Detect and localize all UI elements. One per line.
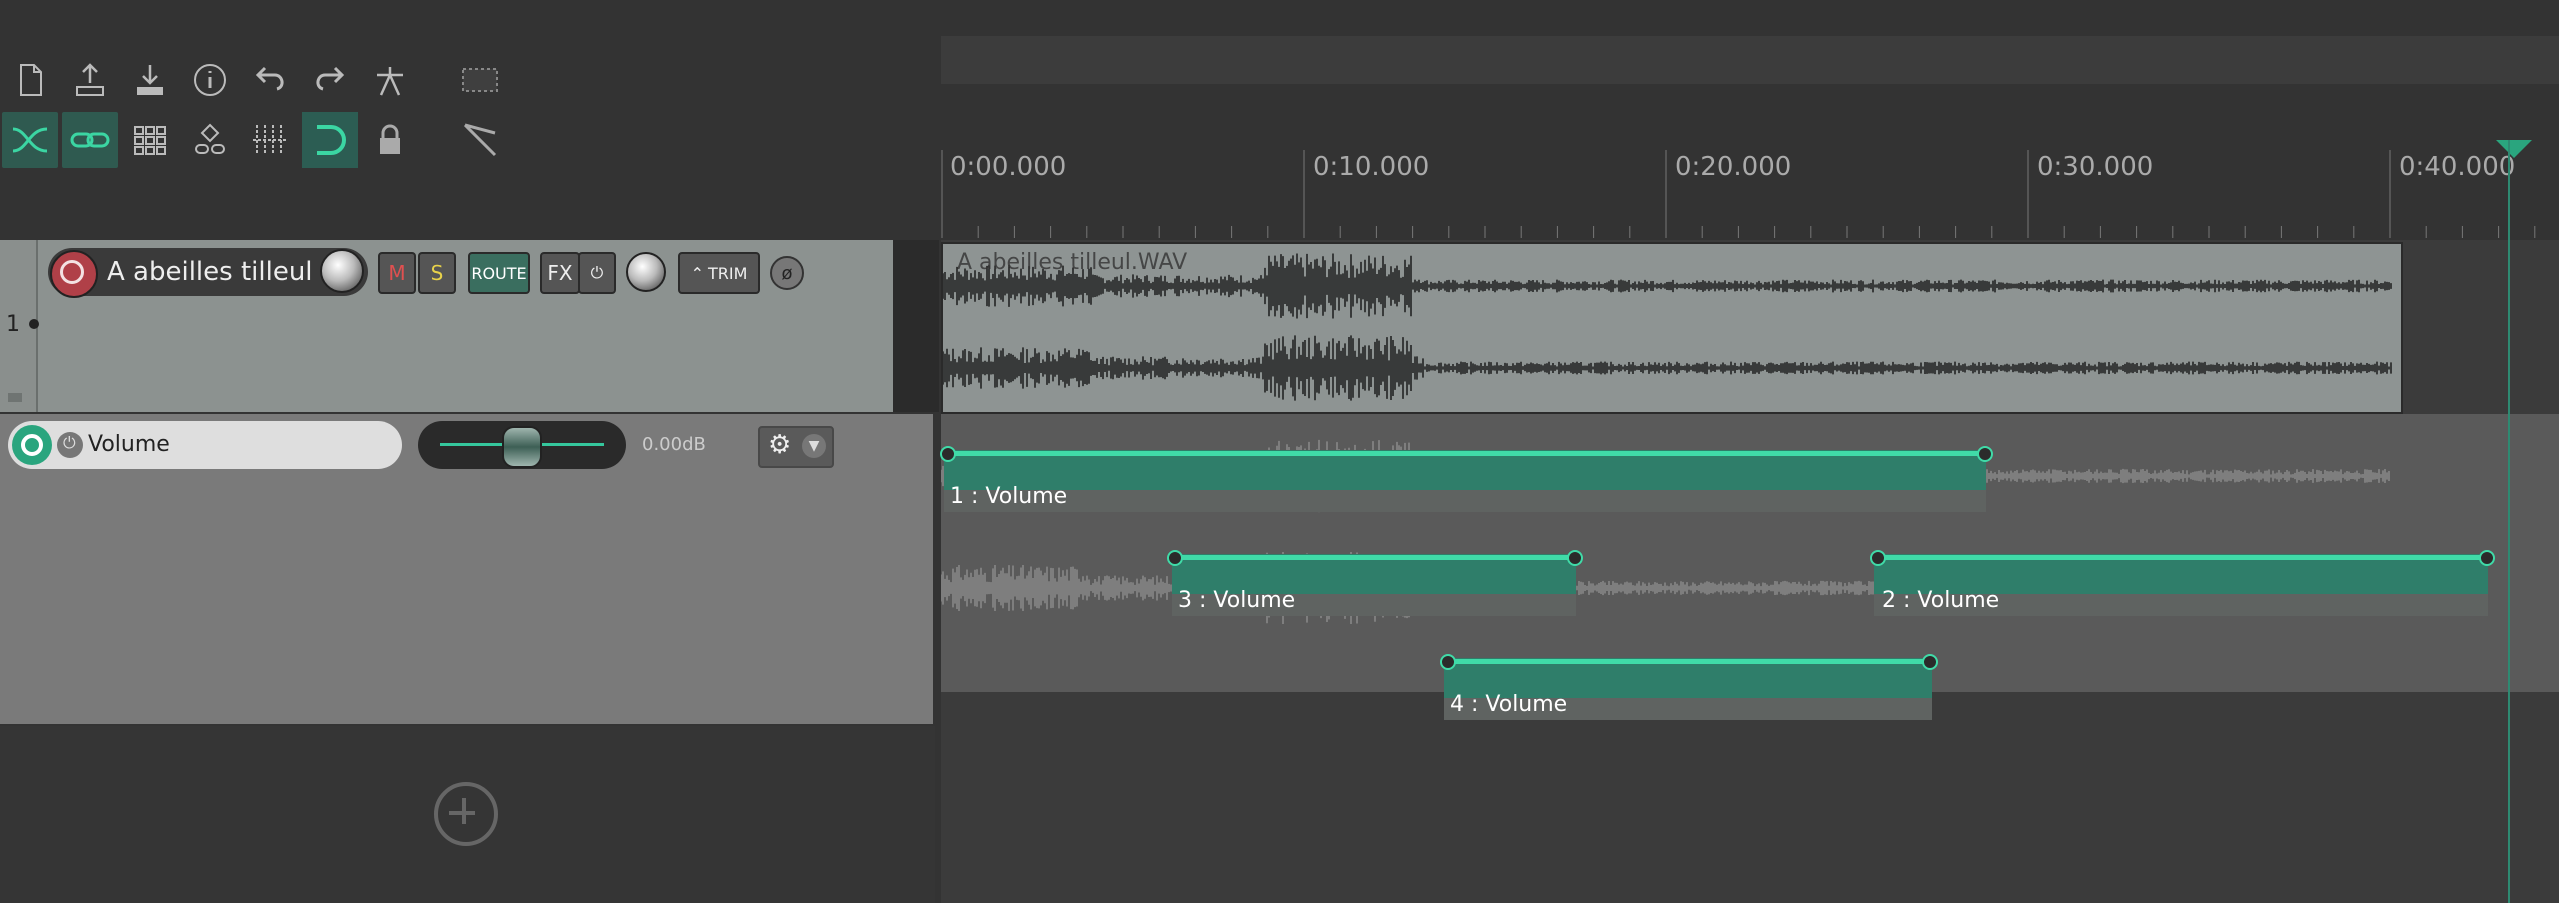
track-number: 1 bbox=[6, 312, 20, 337]
ruler-label-0: 0:00.000 bbox=[950, 152, 1067, 182]
route-button[interactable]: ROUTE bbox=[468, 252, 530, 294]
fx-bypass-icon[interactable]: ⏻ bbox=[578, 252, 616, 294]
ripple-icon[interactable] bbox=[452, 112, 508, 168]
marquee-icon[interactable] bbox=[452, 52, 508, 108]
fx-button[interactable]: FX bbox=[540, 252, 580, 294]
envelope-point[interactable] bbox=[2479, 550, 2495, 566]
edit-cursor[interactable] bbox=[2508, 140, 2510, 903]
envelope-bypass-icon[interactable]: ⏻ bbox=[57, 432, 83, 458]
automation-item-1[interactable] bbox=[944, 450, 1986, 490]
envelope-point[interactable] bbox=[1167, 550, 1183, 566]
automation-item-4-envelope[interactable] bbox=[1446, 659, 1930, 664]
group-icon[interactable] bbox=[182, 112, 238, 168]
automation-item-label: 2 : Volume bbox=[1882, 588, 2000, 613]
automation-item-label: 4 : Volume bbox=[1450, 692, 1568, 717]
crossfade-icon[interactable] bbox=[2, 112, 58, 168]
envelope-icon: ⌃ bbox=[690, 263, 704, 283]
mute-button[interactable]: M bbox=[378, 252, 416, 294]
media-item-name: A abeilles tilleul.WAV bbox=[957, 250, 1188, 275]
phase-button[interactable]: ø bbox=[770, 256, 804, 290]
envelope-settings-button[interactable]: ⚙ ▼ bbox=[758, 426, 834, 468]
envelope-point[interactable] bbox=[940, 446, 956, 462]
envelope-arm-button[interactable] bbox=[12, 425, 52, 465]
record-arm-button[interactable] bbox=[50, 250, 98, 298]
undo-icon[interactable] bbox=[242, 52, 298, 108]
link-icon[interactable] bbox=[62, 112, 118, 168]
snap-grid-icon[interactable] bbox=[242, 112, 298, 168]
ruler-label-10: 0:10.000 bbox=[1313, 152, 1430, 182]
track-name: A abeilles tilleul bbox=[107, 257, 313, 287]
redo-icon[interactable] bbox=[302, 52, 358, 108]
automation-item-1-envelope[interactable] bbox=[946, 451, 1982, 456]
folder-icon[interactable] bbox=[8, 393, 22, 402]
envelope-value: 0.00dB bbox=[642, 434, 706, 455]
new-project-icon[interactable] bbox=[2, 52, 58, 108]
metronome-icon[interactable] bbox=[362, 52, 418, 108]
trim-button[interactable]: ⌃ TRIM bbox=[678, 252, 760, 294]
envelope-point[interactable] bbox=[1977, 446, 1993, 462]
main-toolbar bbox=[0, 0, 940, 240]
ruler-label-30: 0:30.000 bbox=[2037, 152, 2154, 182]
pan-knob[interactable] bbox=[626, 252, 666, 292]
save-icon[interactable] bbox=[62, 52, 118, 108]
solo-button[interactable]: S bbox=[418, 252, 456, 294]
track-select-dot bbox=[29, 319, 39, 329]
envelope-point[interactable] bbox=[1567, 550, 1583, 566]
track-vu-meter bbox=[893, 240, 939, 412]
automation-item-3-envelope[interactable] bbox=[1174, 555, 1574, 560]
trim-label: TRIM bbox=[707, 263, 748, 283]
volume-knob[interactable] bbox=[320, 249, 364, 293]
grid-icon[interactable] bbox=[122, 112, 178, 168]
envelope-name: Volume bbox=[88, 432, 170, 457]
lock-icon[interactable] bbox=[362, 112, 418, 168]
gear-icon: ⚙ bbox=[768, 430, 792, 460]
automation-item-1-label-bar[interactable] bbox=[944, 490, 1986, 512]
envelope-point[interactable] bbox=[1922, 654, 1938, 670]
snap-icon[interactable] bbox=[302, 112, 358, 168]
load-icon[interactable] bbox=[122, 52, 178, 108]
automation-item-label: 1 : Volume bbox=[950, 484, 1068, 509]
media-item[interactable]: A abeilles tilleul.WAV bbox=[941, 242, 2403, 414]
fader-thumb[interactable] bbox=[502, 426, 542, 468]
envelope-point[interactable] bbox=[1870, 550, 1886, 566]
ruler-label-40: 0:40.000 bbox=[2399, 152, 2516, 182]
add-icon[interactable] bbox=[434, 782, 498, 846]
ruler-top-bar[interactable] bbox=[941, 36, 2559, 84]
automation-item-2-envelope[interactable] bbox=[1876, 555, 2486, 560]
info-icon[interactable] bbox=[182, 52, 238, 108]
envelope-point[interactable] bbox=[1440, 654, 1456, 670]
automation-item-label: 3 : Volume bbox=[1178, 588, 1296, 613]
ruler-label-20: 0:20.000 bbox=[1675, 152, 1792, 182]
chevron-down-icon: ▼ bbox=[802, 434, 826, 458]
